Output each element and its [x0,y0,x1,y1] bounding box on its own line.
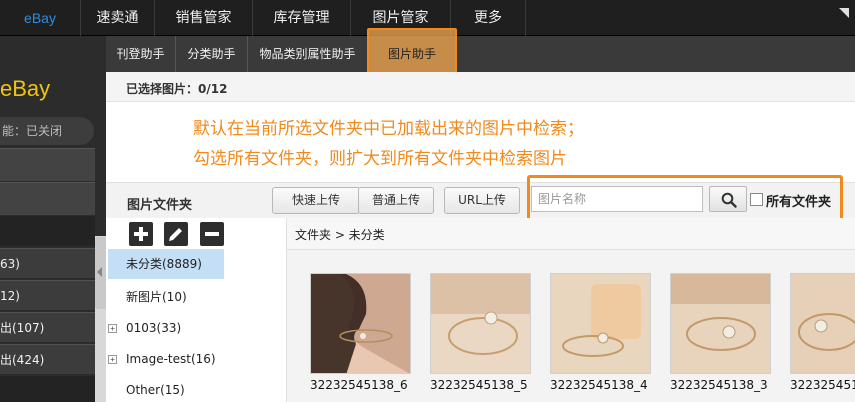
expand-icon[interactable]: + [108,324,117,333]
image-caption: 32232545138_6 [310,378,408,392]
sidebar-item[interactable]: 12) [0,280,95,310]
image-thumbnail[interactable] [310,273,411,374]
pencil-icon-glyph [169,228,182,241]
minus-icon[interactable] [200,222,224,246]
sidebar-item[interactable]: 63) [0,248,95,278]
sidebar-block[interactable] [0,148,95,181]
folder-label: Other(15) [126,383,185,397]
image-name-search-input[interactable]: 图片名称 [531,186,703,212]
image-preview [791,274,855,373]
nav-brand[interactable]: eBay [0,0,80,36]
sidebar-divider [0,376,95,402]
normal-upload-button[interactable]: 普通上传 [358,187,434,214]
folder-item-uncategorized[interactable]: 未分类(8889) [108,249,224,279]
nav-item-sales[interactable]: 销售管家 [154,0,252,36]
all-folders-checkbox[interactable] [750,193,763,206]
tab-image-helper[interactable]: 图片助手 [367,36,457,72]
annotation-line-1: 默认在当前所选文件夹中已加载出来的图片中检索； [193,119,584,139]
sidebar-item[interactable]: 出(424) [0,344,95,374]
annotation-line-2: 勾选所有文件夹，则扩大到所有文件夹中检索图片 [193,149,567,169]
tab-listing-helper[interactable]: 刊登助手 [106,36,176,72]
image-thumbnail[interactable] [550,273,651,374]
image-preview [551,274,650,373]
folder-label: 未分类(8889) [126,257,202,271]
breadcrumb-text: 文件夹 > 未分类 [295,228,385,242]
sidebar-collapse-toggle[interactable] [95,237,106,309]
folder-label: Image-test(16) [126,352,216,366]
sidebar-status[interactable]: 能：已关闭 [0,117,94,145]
breadcrumb: 文件夹 > 未分类 [287,218,855,250]
image-caption: 32232545138 [790,378,855,392]
quick-upload-button[interactable]: 快速上传 [272,187,360,214]
selected-count: 已选择图片：0/12 [126,82,228,96]
image-thumbnail[interactable] [670,273,771,374]
image-caption: 32232545138_5 [430,378,528,392]
image-caption: 32232545138_4 [550,378,648,392]
chevron-left-icon [97,267,102,277]
pencil-icon[interactable] [164,222,188,246]
sub-tabs: 刊登助手 分类助手 物品类别属性助手 [106,36,855,72]
folder-item[interactable]: 新图片(10) [108,282,224,312]
folder-label: 新图片(10) [126,290,187,304]
image-thumbnail[interactable] [790,273,855,374]
sidebar-brand: eBay [0,76,51,101]
image-preview [311,274,410,373]
nav-item-inventory[interactable]: 库存管理 [252,0,350,36]
sidebar-block[interactable] [0,182,95,215]
folder-item[interactable]: + 0103(33) [108,313,224,343]
image-preview [671,274,770,373]
resize-corner-icon [839,8,849,18]
folder-item[interactable]: Other(15) [108,375,224,402]
all-folders-label[interactable]: 所有文件夹 [766,191,831,210]
folder-label: 0103(33) [126,321,182,335]
folder-item[interactable]: + Image-test(16) [108,344,224,374]
nav-item-more[interactable]: 更多 [450,0,526,36]
sidebar-item[interactable]: 出(107) [0,312,95,342]
image-caption: 32232545138_3 [670,378,768,392]
selection-bar: 已选择图片：0/12 [106,72,855,102]
image-preview [431,274,530,373]
sidebar-divider [0,216,95,246]
sidebar: eBay 能：已关闭 63) 12) 出(107) 出(424) [0,36,106,402]
image-thumbnail[interactable] [430,273,531,374]
search-button[interactable] [709,186,747,212]
folder-panel-title: 图片文件夹 [127,198,193,213]
nav-item-smt[interactable]: 速卖通 [80,0,154,36]
search-icon [721,192,737,208]
tab-attribute-helper[interactable]: 物品类别属性助手 [248,36,368,72]
expand-icon[interactable]: + [108,355,117,364]
plus-icon[interactable] [129,222,153,246]
tab-category-helper[interactable]: 分类助手 [176,36,248,72]
url-upload-button[interactable]: URL上传 [444,187,520,214]
